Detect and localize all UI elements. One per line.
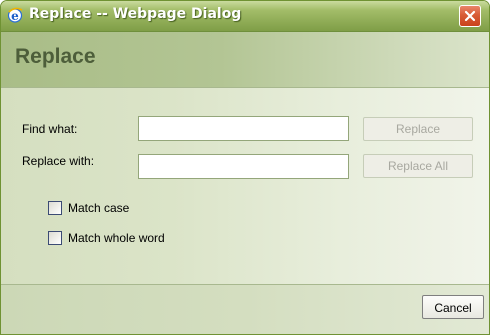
replace-button[interactable]: Replace — [363, 117, 473, 141]
replace-with-input[interactable] — [138, 154, 349, 179]
internet-explorer-icon: e — [7, 7, 23, 23]
dialog-window: e Replace -- Webpage Dialog Replace Find… — [0, 0, 490, 335]
match-case-label[interactable]: Match case — [68, 201, 129, 215]
dialog-footer: Cancel — [1, 284, 489, 334]
title-bar[interactable]: e Replace -- Webpage Dialog — [1, 1, 489, 32]
find-what-label: Find what: — [22, 122, 78, 136]
match-whole-word-checkbox[interactable] — [48, 231, 62, 245]
match-case-checkbox[interactable] — [48, 201, 62, 215]
replace-with-label: Replace with: — [22, 154, 95, 168]
find-what-input[interactable] — [138, 116, 349, 141]
match-whole-word-label[interactable]: Match whole word — [68, 231, 165, 245]
svg-text:e: e — [11, 9, 19, 23]
close-button[interactable] — [459, 5, 481, 27]
dialog-header: Replace — [1, 32, 489, 87]
cancel-button[interactable]: Cancel — [422, 295, 484, 319]
replace-all-button[interactable]: Replace All — [363, 154, 473, 178]
page-title: Replace — [15, 45, 96, 68]
window-title: Replace -- Webpage Dialog — [29, 6, 242, 22]
dialog-content: Find what: Replace Replace with: Replace… — [1, 87, 489, 285]
